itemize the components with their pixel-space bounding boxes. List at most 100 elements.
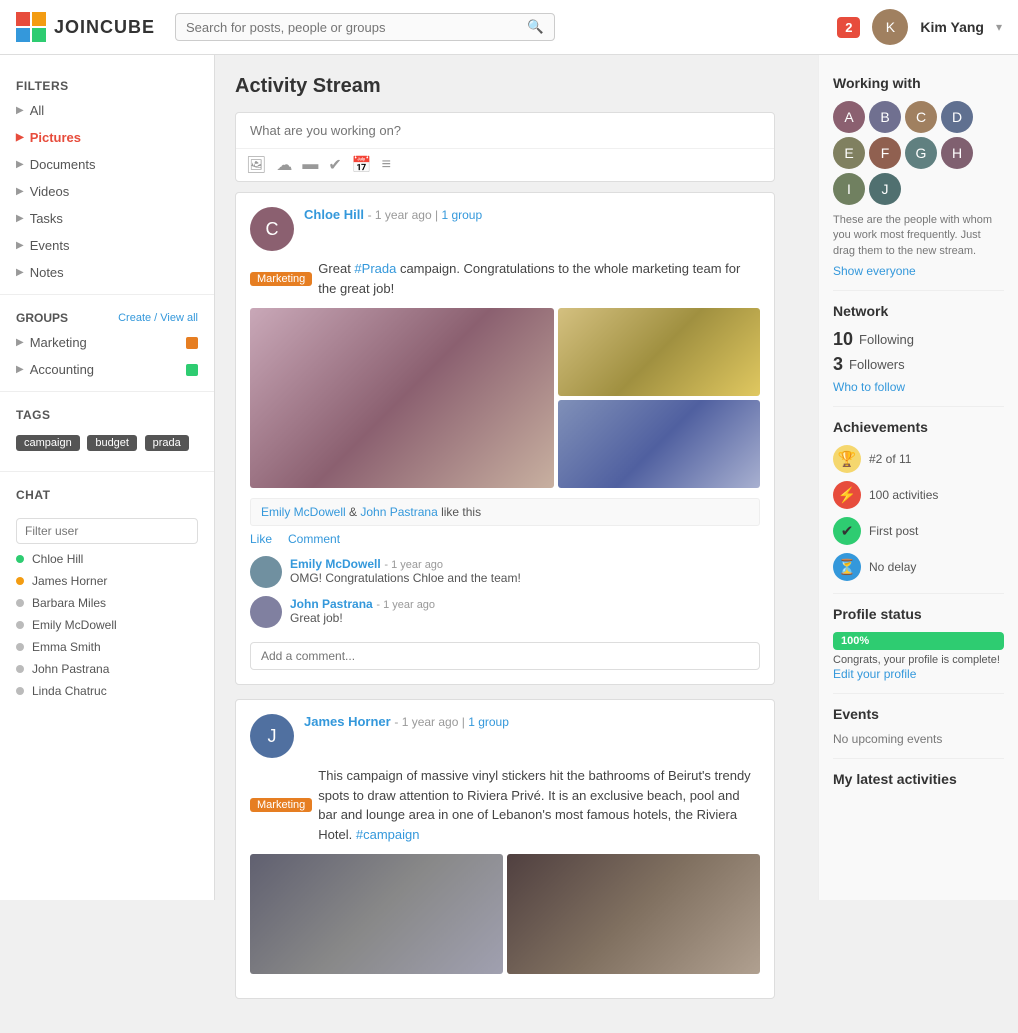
post-author-2[interactable]: James Horner bbox=[304, 714, 391, 729]
post-time-2: - 1 year ago | bbox=[394, 715, 468, 729]
achievements-title: Achievements bbox=[833, 419, 1004, 435]
sidebar-item-label: All bbox=[30, 103, 44, 118]
post-input[interactable] bbox=[236, 113, 774, 148]
ww-avatar-8[interactable]: H bbox=[941, 137, 973, 169]
post-avatar-james: J bbox=[250, 714, 294, 758]
content-area: Activity Stream 🖼 ☁ ▬ ✔ 📅 ≡ C Chloe Hill bbox=[215, 55, 795, 1033]
followers-count: 3 bbox=[833, 354, 843, 375]
rp-divider-1 bbox=[833, 290, 1004, 291]
ww-avatar-1[interactable]: A bbox=[833, 101, 865, 133]
sidebar-item-events[interactable]: ▶ Events bbox=[0, 232, 214, 259]
chat-user-emma[interactable]: Emma Smith bbox=[0, 636, 214, 658]
sidebar-item-notes[interactable]: ▶ Notes bbox=[0, 259, 214, 286]
image-icon[interactable]: 🖼 bbox=[246, 155, 266, 175]
ww-avatar-4[interactable]: D bbox=[941, 101, 973, 133]
comment-button[interactable]: Comment bbox=[288, 532, 340, 546]
logo-text: JOINCUBE bbox=[54, 17, 155, 38]
post-author[interactable]: Chloe Hill bbox=[304, 207, 364, 222]
chat-user-barbara[interactable]: Barbara Miles bbox=[0, 592, 214, 614]
achievement-text-1: #2 of 11 bbox=[869, 452, 911, 466]
liker-john[interactable]: John Pastrana bbox=[360, 505, 437, 519]
progress-bar-fill: 100% bbox=[833, 632, 1004, 650]
ww-avatar-7[interactable]: G bbox=[905, 137, 937, 169]
post-image-main[interactable] bbox=[250, 308, 554, 488]
sidebar-item-videos[interactable]: ▶ Videos bbox=[0, 178, 214, 205]
status-dot-away bbox=[16, 577, 24, 585]
following-count: 10 bbox=[833, 329, 853, 350]
tag-budget[interactable]: budget bbox=[87, 435, 137, 451]
edit-profile-link[interactable]: Edit your profile bbox=[833, 667, 916, 681]
post-group[interactable]: 1 group bbox=[441, 208, 482, 222]
check-icon[interactable]: ✔ bbox=[328, 155, 341, 175]
achievement-icon-check: ✔ bbox=[833, 517, 861, 545]
post-tags-line: Marketing Great #Prada campaign. Congrat… bbox=[250, 259, 760, 298]
post-meta-2: James Horner - 1 year ago | 1 group bbox=[304, 714, 760, 729]
chat-user-james[interactable]: James Horner bbox=[0, 570, 214, 592]
comment-text-2: Great job! bbox=[290, 611, 760, 625]
post2-image-2[interactable] bbox=[507, 854, 760, 974]
comment-author[interactable]: Emily McDowell bbox=[290, 557, 381, 571]
status-dot-offline bbox=[16, 665, 24, 673]
chat-filter-input[interactable] bbox=[16, 518, 198, 544]
network-following: 10 Following bbox=[833, 329, 1004, 350]
comment-author-2[interactable]: John Pastrana bbox=[290, 597, 373, 611]
filters-title: Filters bbox=[0, 71, 214, 97]
liker-emily[interactable]: Emily McDowell bbox=[261, 505, 346, 519]
right-panel: Working with A B C D E F G H I J These a… bbox=[818, 55, 1018, 900]
show-everyone-link[interactable]: Show everyone bbox=[833, 264, 916, 278]
group-dot bbox=[186, 337, 198, 349]
logo[interactable]: JOINCUBE bbox=[16, 12, 155, 42]
ww-avatar-5[interactable]: E bbox=[833, 137, 865, 169]
post-image-small-2[interactable] bbox=[558, 400, 760, 488]
ww-avatar-6[interactable]: F bbox=[869, 137, 901, 169]
upload-icon[interactable]: ☁ bbox=[276, 155, 292, 175]
group-dot bbox=[186, 364, 198, 376]
search-button[interactable]: 🔍 bbox=[527, 19, 544, 35]
ww-avatar-9[interactable]: I bbox=[833, 173, 865, 205]
sidebar-divider bbox=[0, 294, 214, 295]
chat-user-name: Emily McDowell bbox=[32, 618, 117, 632]
achievement-text-3: First post bbox=[869, 524, 918, 538]
notification-badge[interactable]: 2 bbox=[837, 17, 860, 38]
chat-user-john[interactable]: John Pastrana bbox=[0, 658, 214, 680]
tag-campaign[interactable]: campaign bbox=[16, 435, 80, 451]
chat-user-linda[interactable]: Linda Chatruc bbox=[0, 680, 214, 702]
comment-text: OMG! Congratulations Chloe and the team! bbox=[290, 571, 760, 585]
sidebar-item-label: Pictures bbox=[30, 130, 81, 145]
who-to-follow-link[interactable]: Who to follow bbox=[833, 380, 905, 394]
list-icon[interactable]: ≡ bbox=[382, 156, 391, 174]
profile-congrats: Congrats, your profile is complete! bbox=[833, 654, 1004, 666]
sidebar-item-pictures[interactable]: ▶ Pictures bbox=[0, 124, 214, 151]
comment-body-2: John Pastrana - 1 year ago Great job! bbox=[290, 596, 760, 625]
groups-link[interactable]: Create / View all bbox=[118, 312, 198, 324]
sidebar-item-accounting[interactable]: ▶ Accounting bbox=[0, 356, 214, 383]
ww-avatar-2[interactable]: B bbox=[869, 101, 901, 133]
sidebar-item-label: Notes bbox=[30, 265, 64, 280]
chat-user-chloe[interactable]: Chloe Hill bbox=[0, 548, 214, 570]
like-button[interactable]: Like bbox=[250, 532, 272, 546]
calendar-icon[interactable]: 📅 bbox=[352, 155, 372, 175]
chat-title: Chat bbox=[0, 480, 214, 506]
sidebar-item-marketing[interactable]: ▶ Marketing bbox=[0, 329, 214, 356]
ww-avatar-10[interactable]: J bbox=[869, 173, 901, 205]
user-dropdown-arrow[interactable]: ▾ bbox=[996, 20, 1002, 34]
following-label: Following bbox=[859, 332, 914, 347]
post2-image-1[interactable] bbox=[250, 854, 503, 974]
comment-row-2: John Pastrana - 1 year ago Great job! bbox=[250, 596, 760, 628]
sidebar-divider-3 bbox=[0, 471, 214, 472]
sidebar-item-tasks[interactable]: ▶ Tasks bbox=[0, 205, 214, 232]
profile-progress-bar: 100% bbox=[833, 632, 1004, 650]
chat-user-emily[interactable]: Emily McDowell bbox=[0, 614, 214, 636]
tags-title: Tags bbox=[0, 400, 214, 426]
video-icon[interactable]: ▬ bbox=[302, 156, 318, 174]
comment-input[interactable] bbox=[250, 642, 760, 670]
search-input[interactable] bbox=[186, 20, 527, 35]
sidebar-item-all[interactable]: ▶ All bbox=[0, 97, 214, 124]
post-image-small-1[interactable] bbox=[558, 308, 760, 396]
ww-avatar-3[interactable]: C bbox=[905, 101, 937, 133]
chat-section: Chloe Hill James Horner Barbara Miles Em… bbox=[0, 506, 214, 710]
sidebar-item-documents[interactable]: ▶ Documents bbox=[0, 151, 214, 178]
post-group-2[interactable]: 1 group bbox=[468, 715, 509, 729]
search-bar[interactable]: 🔍 bbox=[175, 13, 555, 41]
tag-prada[interactable]: prada bbox=[145, 435, 189, 451]
